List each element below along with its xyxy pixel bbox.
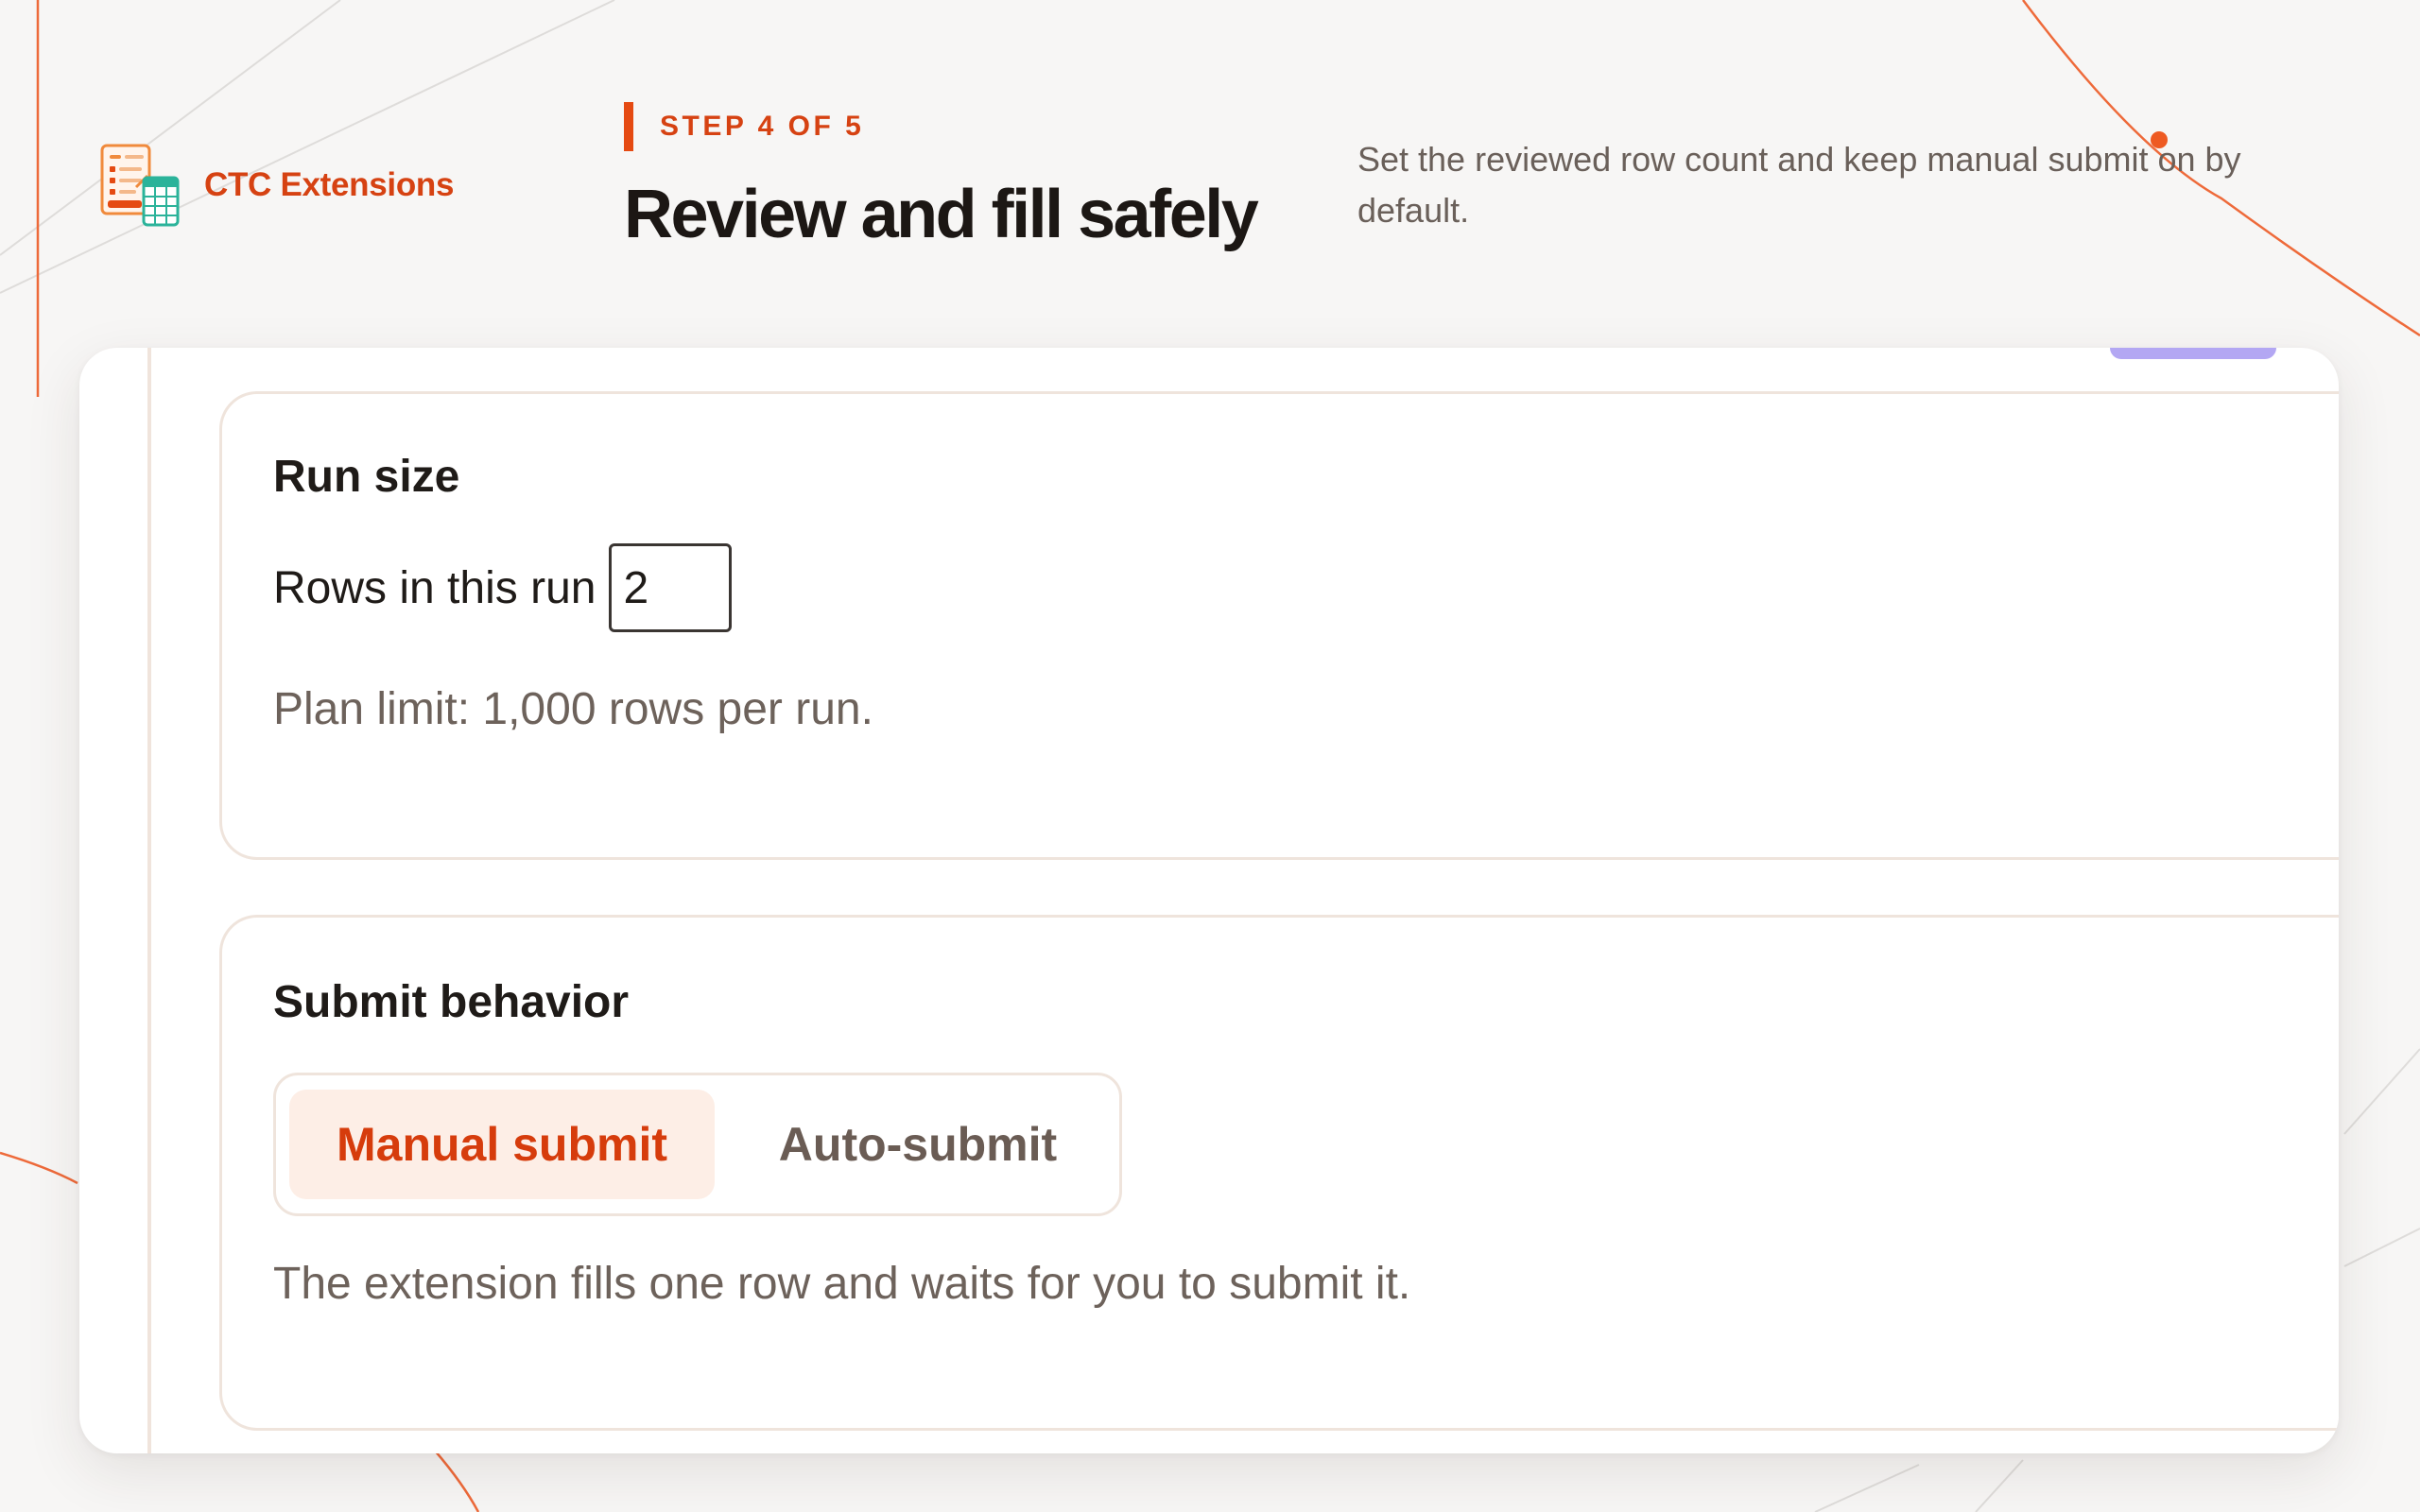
submit-helper-text: The extension fills one row and waits fo…: [273, 1259, 1411, 1309]
card-accent-tab: [2110, 348, 2276, 359]
rows-label: Rows in this run: [273, 562, 596, 613]
spreadsheet-form-icon: [100, 144, 180, 227]
app-window: CTC Extensions STEP 4 OF 5 Review and fi…: [0, 0, 2420, 1512]
submit-mode-toggle: Manual submit Auto-submit: [273, 1073, 1122, 1216]
section-title-run-size: Run size: [273, 452, 460, 502]
rows-field: Rows in this run: [273, 543, 733, 632]
step-indicator: STEP 4 OF 5: [624, 102, 1256, 151]
submit-behavior-section: Submit behavior Manual submit Auto-submi…: [219, 915, 2339, 1431]
page-title: Review and fill safely: [624, 177, 1259, 252]
brand: CTC Extensions: [98, 142, 454, 229]
step-header: STEP 4 OF 5 Review and fill safely: [624, 102, 1259, 252]
section-title-submit-behavior: Submit behavior: [273, 977, 630, 1027]
manual-submit-option[interactable]: Manual submit: [289, 1090, 715, 1199]
settings-card: Run size Rows in this run Plan limit: 1,…: [79, 348, 2339, 1453]
rows-input[interactable]: [609, 543, 733, 632]
plan-limit-text: Plan limit: 1,000 rows per run.: [273, 684, 873, 734]
brand-name: CTC Extensions: [204, 166, 455, 203]
card-rail: [147, 348, 151, 1453]
step-description: Set the reviewed row count and keep manu…: [1357, 140, 2241, 230]
auto-submit-option[interactable]: Auto-submit: [734, 1090, 1102, 1199]
run-size-section: Run size Rows in this run Plan limit: 1,…: [219, 391, 2339, 860]
